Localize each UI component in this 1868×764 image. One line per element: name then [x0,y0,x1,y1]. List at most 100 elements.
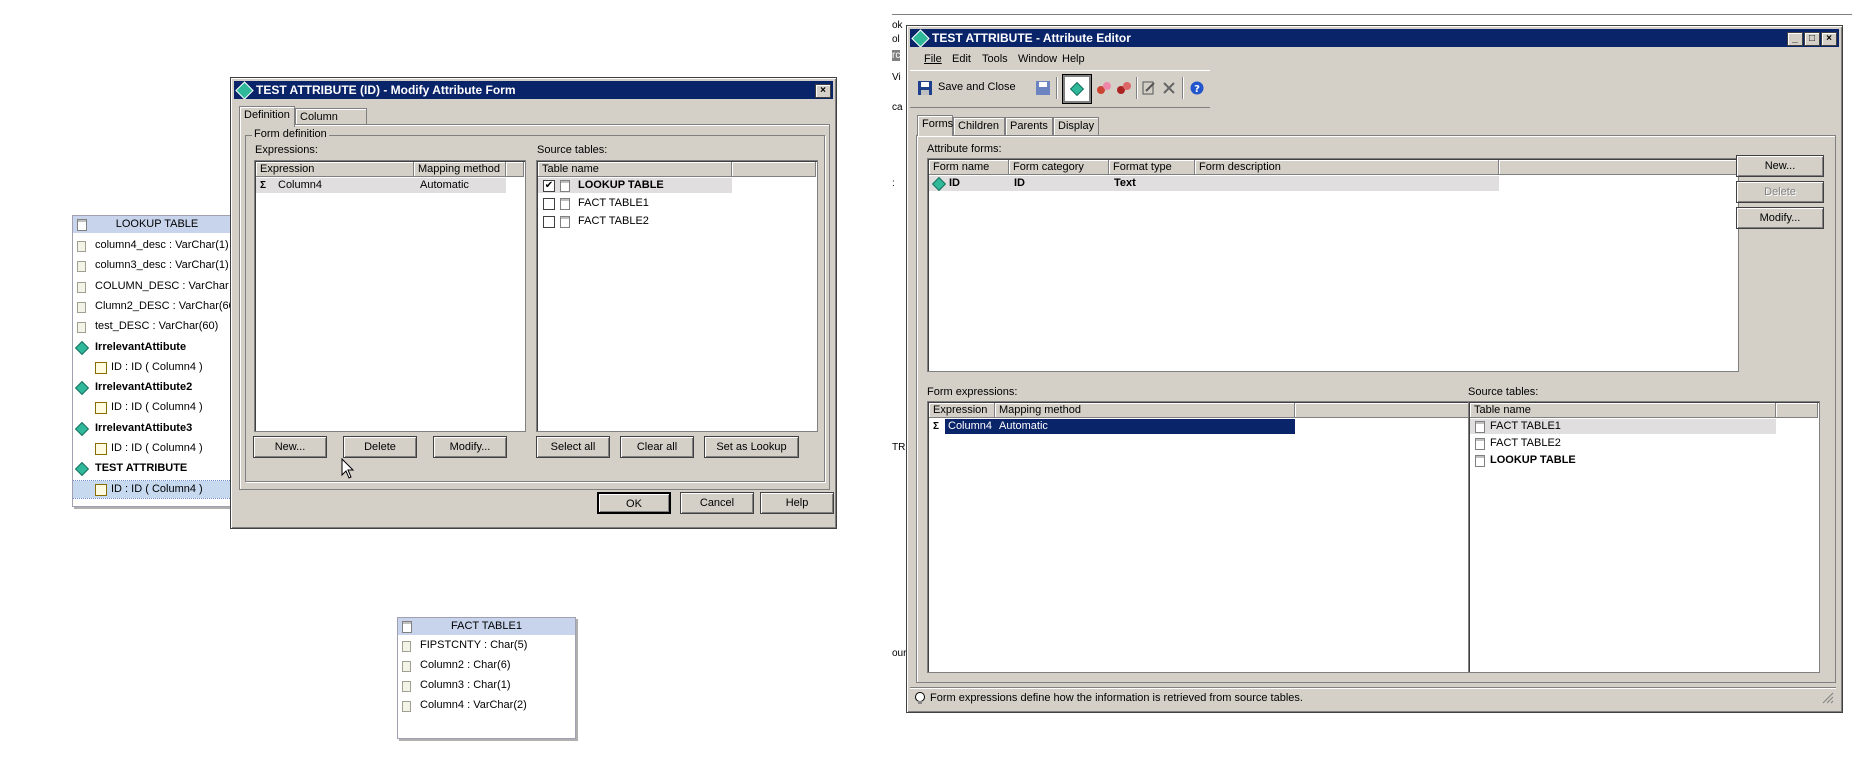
source-tables-list[interactable]: Table name FACT TABLE1 FACT TABLE2 LOOKUP … [1468,401,1820,673]
close-button[interactable]: × [1821,32,1837,46]
new-form-button[interactable]: New... [1736,155,1824,177]
list-item[interactable]: Column3 : Char(1) [402,677,510,694]
tab-forms[interactable]: Forms [917,115,953,136]
menu-window[interactable]: Window [1018,50,1057,68]
column-icon [77,261,86,273]
clear-all-button[interactable]: Clear all [620,436,694,458]
attribute-item[interactable]: IrrelevantAttibute3 [73,420,241,437]
save-icon[interactable] [1036,81,1050,95]
fact-table1-header[interactable]: FACT TABLE1 [398,618,575,635]
column-item[interactable]: column4_desc : VarChar(1) [73,237,241,254]
column-item[interactable]: COLUMN_DESC : VarChar [73,278,241,295]
lookup-table-box[interactable]: LOOKUP TABLE column4_desc : VarChar(1) co… [72,215,242,507]
attribute-item[interactable]: TEST ATTRIBUTE [73,460,241,477]
column-item[interactable]: test_DESC : VarChar(60) [73,318,241,335]
delete-icon[interactable] [1162,81,1176,95]
column-item[interactable]: column3_desc : VarChar(1) [73,257,241,274]
checkbox[interactable] [543,198,555,210]
item-label: COLUMN_DESC : VarChar [95,279,229,292]
table-row[interactable]: LOOKUP TABLE [1470,453,1776,468]
table-row[interactable]: Σ Column4 Automatic [256,178,506,193]
expressions-list[interactable]: Expression Mapping method Σ Column4 Auto… [254,160,526,432]
delete-form-button[interactable]: Delete [1736,181,1824,203]
form-category-column-header[interactable]: Form category [1009,160,1109,175]
new-button[interactable]: New... [253,436,327,458]
tab-definition[interactable]: Definition [239,106,295,127]
tab-children[interactable]: Children [953,117,1005,135]
form-item[interactable]: ID : ID ( Column4 ) [73,399,241,416]
empty-column-header [1295,403,1479,418]
form-description-column-header[interactable]: Form description [1195,160,1499,175]
list-item[interactable]: Column4 : VarChar(2) [402,697,527,714]
unlink-icon[interactable] [1116,81,1132,95]
modify-form-button[interactable]: Modify... [1736,207,1824,229]
form-item[interactable]: ID : ID ( Column4 ) [73,479,241,499]
list-item[interactable]: FIPSTCNTY : Char(5) [402,637,527,654]
fact-table1-box[interactable]: FACT TABLE1 FIPSTCNTY : Char(5) Column2 … [397,617,576,739]
ok-button[interactable]: OK [597,492,671,514]
attribute-editor-window[interactable]: TEST ATTRIBUTE - Attribute Editor _ □ × … [906,25,1843,713]
resize-grip-icon[interactable] [1822,692,1834,704]
form-name-column-header[interactable]: Form name [929,160,1009,175]
column-item[interactable]: Clumn2_DESC : VarChar(60 [73,298,241,315]
modify-attribute-form-dialog[interactable]: TEST ATTRIBUTE (ID) - Modify Attribute F… [230,77,837,529]
table-row[interactable]: FACT TABLE2 [1470,436,1776,451]
source-tables-list[interactable]: Table name ✔ LOOKUP TABLE FACT TABLE1 FACT … [536,160,818,432]
table-icon [560,180,570,192]
save-and-close-button[interactable]: Save and Close [916,77,1030,99]
mapping-method-column-header[interactable]: Mapping method [414,162,506,177]
table-row[interactable]: ID ID Text [929,176,1499,192]
tab-parents[interactable]: Parents [1005,117,1053,135]
attribute-item[interactable]: IrrelevantAttibute2 [73,379,241,396]
table-icon [1475,438,1485,450]
lookup-table-header[interactable]: LOOKUP TABLE [73,216,241,233]
menu-edit[interactable]: Edit [952,50,971,68]
menu-file[interactable]: File [924,50,942,68]
modify-button[interactable]: Modify... [433,436,507,458]
status-text: Form expressions define how the informat… [930,692,1303,704]
close-button[interactable]: × [815,84,831,98]
help-icon[interactable]: ? [1190,81,1204,95]
menu-help[interactable]: Help [1062,50,1085,68]
attribute-item[interactable]: IrrelevantAttibute [73,339,241,356]
form-item[interactable]: ID : ID ( Column4 ) [73,359,241,376]
form-expressions-list[interactable]: Expression Mapping method Σ Column4 Auto… [927,401,1481,673]
table-row[interactable]: FACT TABLE1 [1470,419,1776,434]
mapping-method-column-header[interactable]: Mapping method [995,403,1295,418]
table-row[interactable]: ✔ LOOKUP TABLE [538,178,732,193]
set-as-lookup-button[interactable]: Set as Lookup [704,436,799,458]
attribute-editor-icon[interactable] [1062,74,1092,104]
table-row[interactable]: FACT TABLE1 [538,196,732,211]
format-type-column-header[interactable]: Format type [1109,160,1195,175]
table-name-column-header[interactable]: Table name [538,162,732,177]
maximize-button[interactable]: □ [1804,32,1820,46]
tab-display[interactable]: Display [1053,117,1099,135]
attribute-forms-list[interactable]: Form name Form category Format type Form… [927,158,1739,372]
expression-column-header[interactable]: Expression [256,162,414,177]
list-item[interactable]: Column2 : Char(6) [402,657,510,674]
table-name-column-header[interactable]: Table name [1470,403,1776,418]
modify-form-titlebar[interactable]: TEST ATTRIBUTE (ID) - Modify Attribute F… [234,81,833,99]
toolbar-separator [1182,77,1184,99]
cancel-button[interactable]: Cancel [680,492,754,514]
link-icon[interactable] [1096,81,1112,95]
table-name: LOOKUP TABLE [578,179,664,191]
editor-titlebar[interactable]: TEST ATTRIBUTE - Attribute Editor _ □ × [910,29,1839,47]
table-row[interactable]: Σ Column4 Automatic [929,419,1295,434]
item-label: Clumn2_DESC : VarChar(60 [95,299,235,312]
expression-column-header[interactable]: Expression [929,403,995,418]
checkbox[interactable]: ✔ [543,180,555,192]
menu-tools[interactable]: Tools [982,50,1008,68]
select-all-button[interactable]: Select all [536,436,610,458]
minimize-button[interactable]: _ [1787,32,1803,46]
form-item[interactable]: ID : ID ( Column4 ) [73,440,241,457]
column-icon [402,661,411,672]
attribute-form-icon [931,176,947,192]
delete-button[interactable]: Delete [343,436,417,458]
attribute-icon [74,421,90,436]
table-row[interactable]: FACT TABLE2 [538,214,732,229]
help-button[interactable]: Help [760,492,834,514]
edit-properties-icon[interactable] [1142,81,1156,95]
item-label: column4_desc : VarChar(1) [95,239,229,251]
checkbox[interactable] [543,216,555,228]
